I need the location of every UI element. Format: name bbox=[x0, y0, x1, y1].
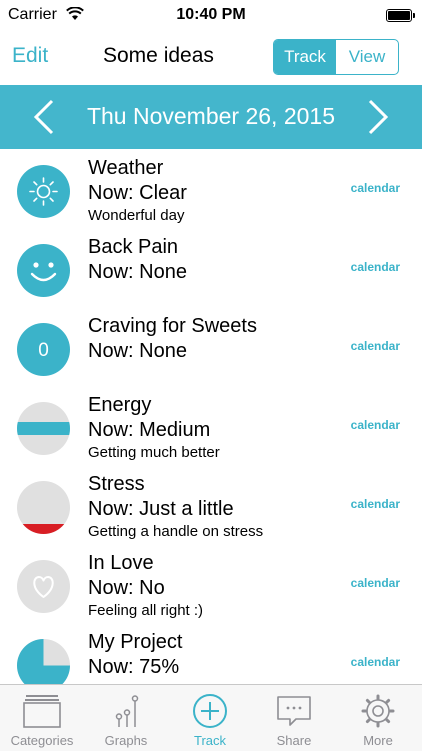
graphs-icon bbox=[115, 695, 139, 727]
tab-label: Categories bbox=[10, 733, 74, 748]
status-time: 10:40 PM bbox=[176, 6, 246, 23]
item-name: Back Pain bbox=[88, 236, 179, 258]
tab-label: Share bbox=[276, 733, 312, 748]
calendar-link[interactable]: calendar bbox=[351, 181, 400, 195]
item-name: Energy bbox=[88, 394, 152, 416]
item-current-value: Now: Medium bbox=[88, 419, 211, 441]
list-item-in-love[interactable]: In Love Now: No Feeling all right :) cal… bbox=[0, 544, 422, 623]
page-title: Some ideas bbox=[103, 44, 214, 67]
item-current-value: Now: Just a little bbox=[88, 498, 234, 520]
nav-bar: Edit Some ideas Track View bbox=[0, 30, 422, 85]
tab-label: Track bbox=[193, 733, 227, 748]
tab-label: More bbox=[363, 733, 393, 748]
smiley-icon bbox=[17, 244, 70, 297]
item-note: Getting much better bbox=[88, 444, 220, 461]
tab-more[interactable]: More bbox=[336, 685, 420, 751]
low-level-icon bbox=[17, 481, 70, 534]
next-day-arrow-icon[interactable] bbox=[362, 99, 392, 135]
sun-icon bbox=[17, 165, 70, 218]
edit-button[interactable]: Edit bbox=[12, 44, 48, 68]
item-current-value: Now: No bbox=[88, 577, 165, 599]
calendar-link[interactable]: calendar bbox=[351, 339, 400, 353]
calendar-link[interactable]: calendar bbox=[351, 497, 400, 511]
item-name: My Project bbox=[88, 631, 183, 653]
add-circle-icon bbox=[193, 694, 227, 728]
calendar-link[interactable]: calendar bbox=[351, 655, 400, 669]
calendar-link[interactable]: calendar bbox=[351, 576, 400, 590]
track-view-segmented-control: Track View bbox=[273, 39, 399, 75]
tab-share[interactable]: Share bbox=[252, 685, 336, 751]
item-note: Getting a handle on stress bbox=[88, 523, 264, 540]
item-current-value: Now: None bbox=[88, 261, 187, 283]
item-current-value: Now: None bbox=[88, 340, 187, 362]
current-date: Thu November 26, 2015 bbox=[86, 103, 336, 129]
heart-icon bbox=[17, 560, 70, 613]
item-current-value: Now: Clear bbox=[88, 182, 187, 204]
zero-count-icon: 0 bbox=[17, 323, 70, 376]
calendar-link[interactable]: calendar bbox=[351, 260, 400, 274]
list-item-energy[interactable]: Energy Now: Medium Getting much better c… bbox=[0, 386, 422, 465]
svg-text:0: 0 bbox=[38, 340, 49, 361]
item-name: Weather bbox=[88, 157, 164, 179]
date-navigator: Thu November 26, 2015 bbox=[0, 85, 422, 149]
item-name: Craving for Sweets bbox=[88, 315, 257, 337]
item-note: Feeling all right :) bbox=[88, 602, 204, 619]
calendar-link[interactable]: calendar bbox=[351, 418, 400, 432]
list-item-craving-for-sweets[interactable]: 0 Craving for Sweets Now: None calendar bbox=[0, 307, 422, 386]
segment-track[interactable]: Track bbox=[274, 40, 336, 74]
share-bubble-icon bbox=[277, 696, 311, 726]
list-item-back-pain[interactable]: Back Pain Now: None calendar bbox=[0, 228, 422, 307]
tab-bar: Categories Graphs Track Share More bbox=[0, 684, 422, 751]
item-current-value: Now: 75% bbox=[88, 656, 180, 678]
list-item-weather[interactable]: Weather Now: Clear Wonderful day calenda… bbox=[0, 149, 422, 228]
item-name: Stress bbox=[88, 473, 145, 495]
list-item-stress[interactable]: Stress Now: Just a little Getting a hand… bbox=[0, 465, 422, 544]
tab-label: Graphs bbox=[104, 733, 148, 748]
battery-icon bbox=[386, 9, 415, 22]
medium-level-icon bbox=[17, 402, 70, 455]
gear-icon bbox=[361, 694, 395, 728]
status-bar: Carrier 10:40 PM bbox=[0, 0, 422, 30]
tab-graphs[interactable]: Graphs bbox=[84, 685, 168, 751]
tab-categories[interactable]: Categories bbox=[0, 685, 84, 751]
segment-view[interactable]: View bbox=[336, 40, 398, 74]
item-note: Wonderful day bbox=[88, 207, 185, 224]
categories-icon bbox=[23, 695, 61, 728]
item-name: In Love bbox=[88, 552, 154, 574]
tab-track[interactable]: Track bbox=[168, 685, 252, 751]
